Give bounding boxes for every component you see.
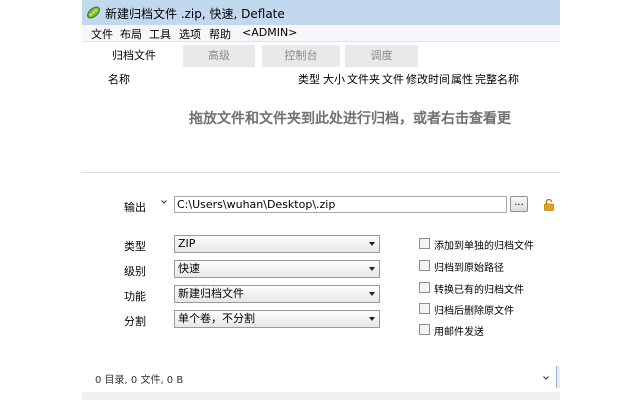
function-select-value: 新建归档文件 [178,287,244,300]
type-select-value: ZIP [178,237,196,250]
column-name[interactable]: 名称 [108,71,130,87]
app-window: 新建归档文件 .zip, 快速, Deflate 文件 布局 工具 选项 帮助 … [82,0,560,400]
split-select[interactable]: 单个卷，不分割 [174,310,380,328]
column-attributes[interactable]: 属性 [451,71,473,87]
menu-admin[interactable]: <ADMIN> [242,26,297,39]
checkbox-box[interactable] [419,260,430,271]
column-type[interactable]: 类型 [298,71,320,87]
menu-file[interactable]: 文件 [91,26,113,42]
status-bar: 0 目录, 0 文件, 0 B [82,366,560,388]
menu-layout[interactable]: 布局 [120,26,142,42]
column-modified[interactable]: 修改时间 [406,71,450,87]
checkbox-label: 归档到原始路径 [434,263,504,274]
checkbox-label: 转换已有的归档文件 [434,285,524,296]
level-select-value: 快速 [178,262,200,275]
open-lock-icon[interactable] [544,199,554,211]
checkbox-box[interactable] [419,238,430,249]
window-bottom-edge [82,392,560,400]
column-size[interactable]: 大小 [323,71,345,87]
option-label-function: 功能 [124,290,146,303]
title-bar[interactable]: 新建归档文件 .zip, 快速, Deflate [82,0,560,26]
tab-advanced[interactable]: 高级 [183,45,255,67]
menu-tools[interactable]: 工具 [149,26,171,42]
option-label-split: 分割 [124,315,146,328]
dropdown-arrow-icon [369,267,375,271]
checkbox-box[interactable] [419,282,430,293]
tab-console[interactable]: 控制台 [262,45,340,67]
window-title: 新建归档文件 .zip, 快速, Deflate [105,7,285,21]
tab-schedule[interactable]: 调度 [345,45,418,67]
tab-bar: 归档文件 高级 控制台 调度 [82,42,560,68]
column-fullname[interactable]: 完整名称 [475,71,519,87]
status-text: 0 目录, 0 文件, 0 B [95,375,184,386]
level-select[interactable]: 快速 [174,260,380,278]
dropdown-arrow-icon [369,292,375,296]
checkbox-box[interactable] [419,303,430,314]
type-select[interactable]: ZIP [174,235,380,253]
output-path-input[interactable]: C:\Users\wuhan\Desktop\.zip [174,196,507,213]
function-select[interactable]: 新建归档文件 [174,285,380,303]
file-drop-zone[interactable]: 拖放文件和文件夹到此处进行归档，或者右击查看更 [82,86,560,156]
menu-bar: 文件 布局 工具 选项 帮助 <ADMIN> [82,25,560,42]
column-files[interactable]: 文件 [382,71,404,87]
panel-edge [556,366,560,388]
output-label: 输出 [124,201,146,214]
checkbox-box[interactable] [419,324,430,335]
menu-options[interactable]: 选项 [179,26,201,42]
checkbox-label: 添加到单独的归档文件 [434,241,534,252]
column-folders[interactable]: 文件夹 [347,71,380,87]
option-label-type: 类型 [124,240,146,253]
checkbox-label: 用邮件发送 [434,327,484,338]
chevron-down-icon[interactable] [543,375,549,381]
divider [82,172,560,173]
pea-pod-app-icon [87,6,100,19]
browse-button[interactable]: ... [510,196,528,212]
tab-archive[interactable]: 归档文件 [99,45,169,67]
chevron-down-icon[interactable] [161,199,167,205]
split-select-value: 单个卷，不分割 [178,312,255,325]
menu-help[interactable]: 帮助 [209,26,231,42]
dropdown-arrow-icon [369,242,375,246]
checkbox-label: 归档后删除原文件 [434,306,514,317]
drop-hint-text: 拖放文件和文件夹到此处进行归档，或者右击查看更 [189,111,511,127]
dropdown-arrow-icon [369,317,375,321]
option-label-level: 级别 [124,265,146,278]
file-list-header: 名称 类型 大小 文件夹 文件 修改时间 属性 完整名称 [82,70,560,87]
